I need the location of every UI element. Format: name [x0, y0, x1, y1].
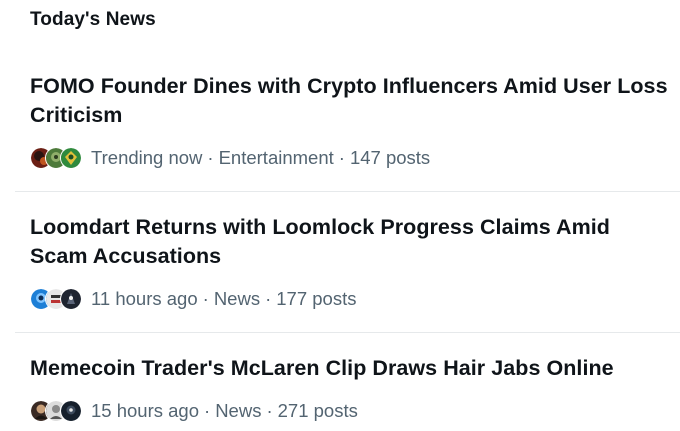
story-category[interactable]: News [214, 288, 260, 309]
news-story[interactable]: Memecoin Trader's McLaren Clip Draws Hai… [0, 333, 680, 431]
avatar [60, 288, 82, 310]
story-time: 15 hours ago [91, 400, 200, 421]
separator-dot: · [207, 147, 214, 168]
story-time: 11 hours ago [91, 288, 198, 309]
story-meta: 11 hours ago · News · 177 posts [30, 286, 356, 312]
separator-dot: · [202, 288, 209, 309]
story-post-count: 177 posts [276, 288, 357, 309]
news-story[interactable]: Loomdart Returns with Loomlock Progress … [0, 192, 680, 332]
story-meta: Trending now · Entertainment · 147 posts [30, 145, 430, 171]
story-meta-text: 15 hours ago · News · 271 posts [91, 400, 358, 422]
news-story[interactable]: FOMO Founder Dines with Crypto Influence… [0, 0, 680, 190]
story-category[interactable]: Entertainment [219, 147, 334, 168]
separator-dot: · [338, 147, 345, 168]
avatar-stack [30, 147, 82, 169]
separator-dot: · [266, 400, 273, 421]
separator-dot: · [265, 288, 272, 309]
story-meta: 15 hours ago · News · 271 posts [30, 398, 358, 424]
story-post-count: 147 posts [349, 147, 431, 168]
avatar [60, 147, 82, 169]
story-headline[interactable]: Memecoin Trader's McLaren Clip Draws Hai… [30, 354, 670, 383]
story-post-count: 271 posts [277, 400, 358, 421]
story-meta-text: Trending now · Entertainment · 147 posts [91, 147, 430, 169]
story-category[interactable]: News [215, 400, 261, 421]
avatar [60, 400, 82, 422]
story-headline[interactable]: FOMO Founder Dines with Crypto Influence… [30, 72, 670, 130]
story-headline[interactable]: Loomdart Returns with Loomlock Progress … [30, 213, 670, 271]
separator-dot: · [204, 400, 211, 421]
story-meta-text: 11 hours ago · News · 177 posts [91, 288, 356, 310]
avatar-stack [30, 288, 82, 310]
avatar-stack [30, 400, 82, 422]
story-time: Trending now [91, 147, 203, 168]
